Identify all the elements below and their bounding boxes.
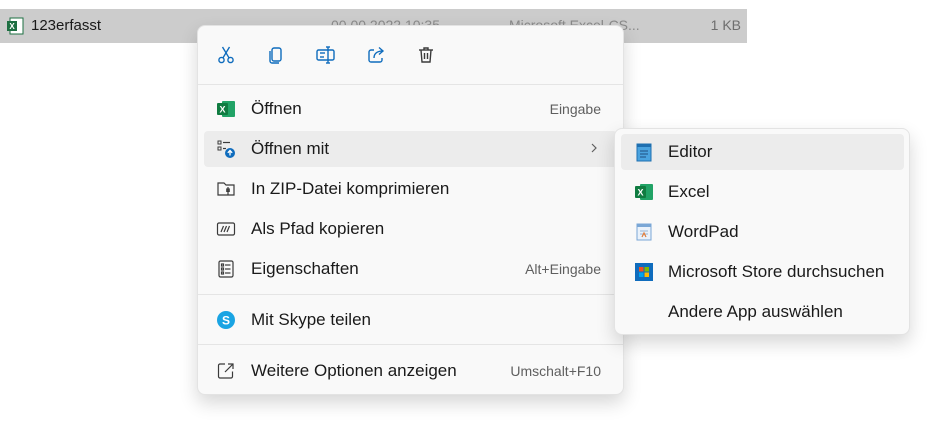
copy-icon [269,47,282,64]
chevron-right-icon [589,140,599,161]
svg-text:X: X [219,105,225,115]
menu-item-label: Öffnen mit [251,139,330,158]
file-size: 1 KB [710,17,741,33]
menu-item-properties[interactable]: Eigenschaften Alt+Eingabe [204,251,617,287]
rename-icon [316,46,335,64]
menu-item-label: Mit Skype teilen [251,310,371,329]
copy-button[interactable] [261,40,291,70]
zip-icon [216,179,236,199]
excel-icon: X [216,99,236,119]
svg-text:S: S [222,314,230,328]
menu-item-shortcut: Alt+Eingabe [525,261,601,277]
store-icon [633,261,655,283]
submenu-item-label: Andere App auswählen [668,302,843,321]
submenu-item-label: Editor [668,142,713,161]
wordpad-icon [633,221,655,243]
context-menu: X Öffnen Eingabe Öffnen mit In ZIP-Datei… [197,25,624,395]
skype-icon: S [216,310,236,330]
menu-item-open-with[interactable]: Öffnen mit [204,131,617,167]
rename-button[interactable] [311,40,341,70]
menu-item-label: Eigenschaften [251,259,359,278]
scissors-icon [218,46,234,64]
file-name: 123erfasst [31,17,102,34]
submenu-item-wordpad[interactable]: WordPad [621,214,904,250]
submenu-item-excel[interactable]: X Excel [621,174,904,210]
share-icon [368,46,385,63]
submenu-item-editor[interactable]: Editor [621,134,904,170]
submenu-item-label: Excel [668,182,710,201]
delete-button[interactable] [411,40,441,70]
trash-icon [419,47,433,63]
menu-item-label: Als Pfad kopieren [251,219,385,238]
menu-divider [198,344,623,345]
submenu-item-label: Microsoft Store durchsuchen [668,262,885,281]
menu-item-shortcut: Umschalt+F10 [510,363,601,379]
submenu-item-label: WordPad [668,222,739,241]
svg-text:X: X [637,188,643,198]
notepad-icon [633,141,655,163]
svg-text:X: X [9,22,15,31]
cut-button[interactable] [211,40,241,70]
open-with-submenu: Editor X Excel WordPad Microsoft Store d… [614,128,910,335]
menu-item-copy-path[interactable]: Als Pfad kopieren [204,211,617,247]
open-with-icon [216,139,236,159]
menu-divider [198,294,623,295]
copy-path-icon [216,219,236,239]
more-options-icon [216,361,236,381]
submenu-item-choose-app[interactable]: Andere App auswählen [621,294,904,330]
submenu-item-store[interactable]: Microsoft Store durchsuchen [621,254,904,290]
menu-item-share-skype[interactable]: S Mit Skype teilen [204,302,617,338]
excel-file-icon: X [6,17,24,40]
menu-item-label: Öffnen [251,99,302,118]
menu-item-label: In ZIP-Datei komprimieren [251,179,450,198]
menu-item-label: Weitere Optionen anzeigen [251,361,457,380]
menu-item-open[interactable]: X Öffnen Eingabe [204,91,617,127]
properties-icon [216,259,236,279]
menu-item-shortcut: Eingabe [549,101,601,117]
excel-icon: X [633,181,655,203]
menu-item-compress-zip[interactable]: In ZIP-Datei komprimieren [204,171,617,207]
menu-divider [198,84,623,85]
menu-item-more-options[interactable]: Weitere Optionen anzeigen Umschalt+F10 [204,353,617,389]
context-toolbar [198,26,623,84]
share-button[interactable] [361,40,391,70]
